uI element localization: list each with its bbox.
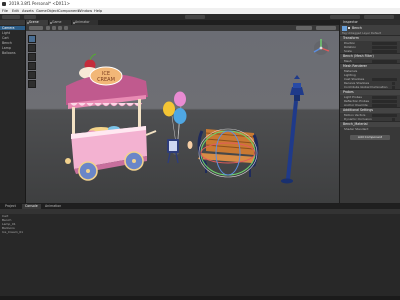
menu-file[interactable]: File	[2, 9, 8, 13]
dynamic-occlusion-checkbox[interactable]	[392, 117, 395, 121]
list-item[interactable]: Ice_Cream_01	[0, 230, 400, 234]
transform-tools[interactable]	[2, 15, 20, 19]
tab-animation[interactable]: Animation	[42, 204, 64, 209]
shader-prop[interactable]: Shader Standard	[340, 127, 400, 131]
lighting-toggle-icon[interactable]	[52, 26, 56, 30]
menu-edit[interactable]: Edit	[12, 9, 19, 13]
hierarchy-item[interactable]: Camera	[0, 26, 25, 30]
pivot-toggle[interactable]	[24, 15, 36, 19]
hierarchy-tab[interactable]	[0, 20, 25, 25]
scale-prop: Scale	[340, 49, 400, 53]
tab-console[interactable]: Console	[22, 204, 41, 209]
menu-window[interactable]: Window	[78, 9, 92, 13]
hierarchy-item[interactable]: Balloons	[0, 51, 25, 55]
status-bar	[0, 296, 400, 300]
layout-dropdown[interactable]	[364, 15, 394, 19]
menu-component[interactable]: Component	[58, 9, 79, 13]
contribute-gi-prop: Contribute Global Illumination	[340, 85, 400, 89]
hierarchy-item[interactable]: Light	[0, 31, 25, 35]
active-checkbox[interactable]	[348, 27, 350, 29]
tab-project[interactable]: Project	[2, 204, 19, 209]
mesh-prop: Mesh	[340, 59, 400, 63]
menu-assets[interactable]: Assets	[22, 9, 34, 13]
hierarchy-panel: Camera Light Cart Bench Lamp Balloons	[0, 20, 26, 203]
add-component-button[interactable]: Add Component	[350, 135, 390, 140]
mesh-field[interactable]	[372, 59, 397, 63]
inspector-panel: Inspector Bench Tag Untagged Layer Defau…	[340, 20, 400, 203]
audio-toggle-icon[interactable]	[58, 26, 62, 30]
hierarchy-item[interactable]: Cart	[0, 36, 25, 40]
svg-text:CREAM: CREAM	[97, 77, 115, 83]
object-name-field[interactable]: Bench	[352, 26, 362, 30]
menu-help[interactable]: Help	[94, 9, 102, 13]
inspector-header: Bench Tag Untagged Layer Default	[340, 25, 400, 35]
hierarchy-item[interactable]: Bench	[0, 41, 25, 45]
gizmos-dropdown[interactable]	[296, 26, 312, 30]
bottom-panel: Project Console Animation Cart Bench Lam…	[0, 204, 400, 300]
ice-cream-cart: ICE CREAM	[65, 53, 157, 181]
anchor-override-prop: Anchor Override	[340, 103, 400, 107]
scene-viewport[interactable]: ICE CREAM	[26, 31, 339, 203]
sign-board	[167, 139, 193, 164]
tag-layer-row[interactable]: Tag Untagged Layer Default	[342, 31, 381, 35]
scene-panel: Scene Game Animator ICE CREAM	[26, 20, 339, 203]
unity-logo-icon	[2, 2, 6, 6]
dynamic-occlusion-prop: Dynamic Occlusion	[340, 117, 400, 121]
hierarchy-item[interactable]: Lamp	[0, 46, 25, 50]
scale-field[interactable]	[372, 49, 397, 53]
scene-gizmo-icon	[313, 39, 330, 55]
window-titlebar: 2019.3.8f1 Personal* <DX11>	[0, 0, 400, 8]
contribute-gi-checkbox[interactable]	[392, 85, 395, 89]
window-title: 2019.3.8f1 Personal* <DX11>	[9, 1, 70, 6]
scene-search-field[interactable]	[316, 26, 336, 30]
anchor-override-field[interactable]	[372, 103, 397, 107]
effects-toggle-icon[interactable]	[64, 26, 68, 30]
shading-mode-dropdown[interactable]	[29, 26, 43, 30]
layers-dropdown[interactable]	[330, 15, 360, 19]
scene-objects: ICE CREAM	[65, 39, 330, 184]
bottom-tab-bar: Project Console Animation	[0, 204, 400, 209]
lamp-post	[281, 75, 304, 184]
play-controls[interactable]	[185, 15, 205, 19]
2d-toggle-icon[interactable]	[46, 26, 50, 30]
menu-gameobject[interactable]: GameObject	[36, 9, 58, 13]
